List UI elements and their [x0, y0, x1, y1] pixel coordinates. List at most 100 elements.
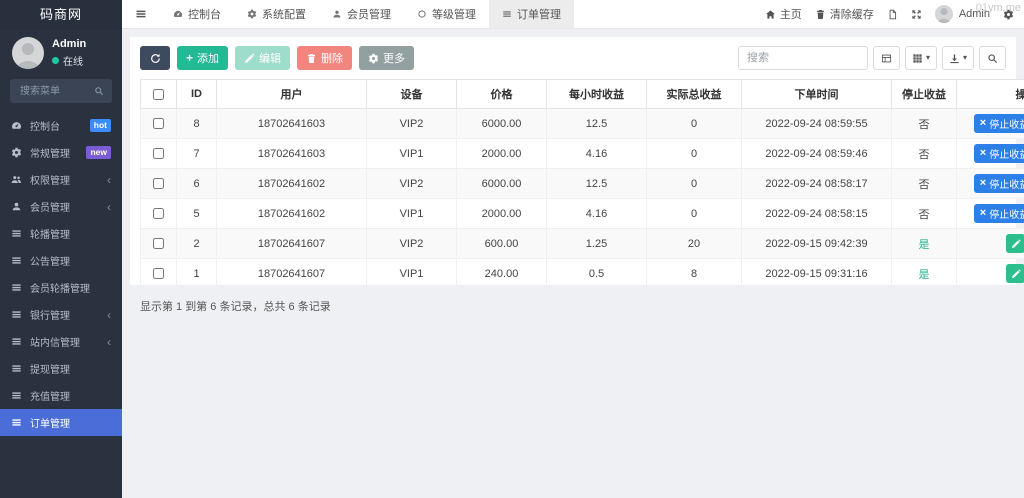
sidebar-item[interactable]: 控制台 hot [0, 112, 122, 139]
cell-id: 7 [177, 139, 217, 169]
export-button[interactable]: ▾ [942, 46, 974, 70]
column-header[interactable]: 停止收益 [892, 80, 957, 109]
row-checkbox[interactable] [153, 178, 164, 189]
cell-select [141, 229, 177, 259]
cell-order-time: 2022-09-15 09:31:16 [742, 259, 892, 289]
sidebar-item[interactable]: 充值管理 [0, 382, 122, 409]
table-icon [881, 53, 892, 64]
user-panel: Admin 在线 [0, 30, 122, 77]
sidebar-item[interactable]: 权限管理 ‹ [0, 166, 122, 193]
search-button[interactable] [979, 46, 1006, 70]
user-avatar[interactable] [12, 37, 44, 69]
list-icon [11, 309, 23, 320]
refresh-button[interactable] [140, 46, 170, 70]
cell-select [141, 199, 177, 229]
column-header[interactable]: 操作 [957, 80, 1024, 109]
column-header-select[interactable] [141, 80, 177, 109]
toggle-view-button[interactable] [873, 46, 900, 70]
fullscreen-icon[interactable] [911, 9, 922, 20]
badge-hot: hot [90, 119, 111, 132]
nav-tab[interactable]: 系统配置 [234, 0, 319, 28]
sidebar-item[interactable]: 提现管理 [0, 355, 122, 382]
nav-tab-label: 控制台 [188, 6, 221, 22]
delete-button[interactable]: 删除 [297, 46, 352, 70]
sidebar-item[interactable]: 站内信管理 ‹ [0, 328, 122, 355]
sidebar-item[interactable]: 公告管理 [0, 247, 122, 274]
copy-page-icon[interactable] [887, 9, 898, 20]
column-header[interactable]: 设备 [367, 80, 457, 109]
cell-select [141, 169, 177, 199]
user-name: Admin [52, 38, 86, 50]
pencil-icon [1011, 239, 1021, 249]
cell-order-time: 2022-09-24 08:58:15 [742, 199, 892, 229]
stop-profit-button[interactable]: ×停止收益 [974, 144, 1024, 163]
cell-hourly-profit: 4.16 [547, 139, 647, 169]
table-row: 718702641603VIP12000.004.1602022-09-24 0… [141, 139, 1024, 169]
list-icon [11, 336, 23, 347]
stop-profit-button[interactable]: ×停止收益 [974, 204, 1024, 223]
sidebar-search-input[interactable] [18, 85, 94, 98]
sidebar-item[interactable]: 会员轮播管理 [0, 274, 122, 301]
row-checkbox[interactable] [153, 238, 164, 249]
row-checkbox[interactable] [153, 208, 164, 219]
users-icon [11, 174, 23, 185]
sidebar-item-label: 订单管理 [30, 415, 70, 430]
cell-select [141, 259, 177, 289]
sidebar-item-label: 常规管理 [30, 145, 70, 160]
dashboard-icon [173, 9, 183, 19]
sidebar-item[interactable]: 轮播管理 [0, 220, 122, 247]
sidebar-item-label: 会员轮播管理 [30, 280, 90, 295]
list-icon [11, 417, 23, 428]
user-icon [11, 201, 23, 212]
row-checkbox[interactable] [153, 148, 164, 159]
chevron-left-icon: ‹ [107, 309, 111, 321]
sidebar-item-label: 站内信管理 [30, 334, 80, 349]
column-header[interactable]: 每小时收益 [547, 80, 647, 109]
cell-device: VIP2 [367, 109, 457, 139]
nav-tab[interactable]: 订单管理 [489, 0, 574, 28]
select-all-checkbox[interactable] [153, 89, 164, 100]
column-header[interactable]: 用户 [217, 80, 367, 109]
edit-button[interactable]: 编辑 [235, 46, 290, 70]
more-button[interactable]: 更多 [359, 46, 414, 70]
nav-tab-label: 等级管理 [432, 6, 476, 22]
sidebar-item[interactable]: 银行管理 ‹ [0, 301, 122, 328]
column-header[interactable]: 价格 [457, 80, 547, 109]
table-search-input[interactable] [738, 46, 868, 70]
gear-icon [368, 53, 379, 64]
row-edit-button[interactable] [1006, 234, 1024, 253]
content-card: +添加 编辑 删除 更多 ▾ ▾ ID用户设备价格每小时收益实际总收益下单时间停… [130, 37, 1016, 285]
sidebar-item[interactable]: 会员管理 ‹ [0, 193, 122, 220]
chevron-left-icon: ‹ [107, 174, 111, 186]
nav-tab[interactable]: 控制台 [160, 0, 234, 28]
search-icon[interactable] [94, 86, 104, 96]
add-button[interactable]: +添加 [177, 46, 228, 70]
app-logo: 码商网 [0, 0, 122, 30]
stop-profit-button[interactable]: ×停止收益 [974, 174, 1024, 193]
stop-profit-button[interactable]: ×停止收益 [974, 114, 1024, 133]
clear-cache-link[interactable]: 清除缓存 [815, 6, 874, 22]
column-header[interactable]: 下单时间 [742, 80, 892, 109]
cell-order-time: 2022-09-24 08:58:17 [742, 169, 892, 199]
cell-id: 8 [177, 109, 217, 139]
column-header[interactable]: 实际总收益 [647, 80, 742, 109]
nav-tab[interactable]: 等级管理 [404, 0, 489, 28]
sidebar-item[interactable]: 常规管理 new [0, 139, 122, 166]
sidebar-item[interactable]: 订单管理 [0, 409, 122, 436]
cell-id: 2 [177, 229, 217, 259]
list-icon [11, 255, 23, 266]
columns-button[interactable]: ▾ [905, 46, 937, 70]
column-header[interactable]: ID [177, 80, 217, 109]
hamburger-menu-icon[interactable] [122, 0, 160, 28]
cell-stop-profit: 是 [892, 229, 957, 259]
cell-hourly-profit: 1.25 [547, 229, 647, 259]
cell-user: 18702641607 [217, 259, 367, 289]
row-edit-button[interactable] [1006, 264, 1024, 283]
row-checkbox[interactable] [153, 118, 164, 129]
nav-tab[interactable]: 会员管理 [319, 0, 404, 28]
row-checkbox[interactable] [153, 268, 164, 279]
cell-total-profit: 20 [647, 229, 742, 259]
x-icon: × [980, 178, 986, 189]
home-link[interactable]: 主页 [765, 6, 802, 22]
list-icon [11, 228, 23, 239]
